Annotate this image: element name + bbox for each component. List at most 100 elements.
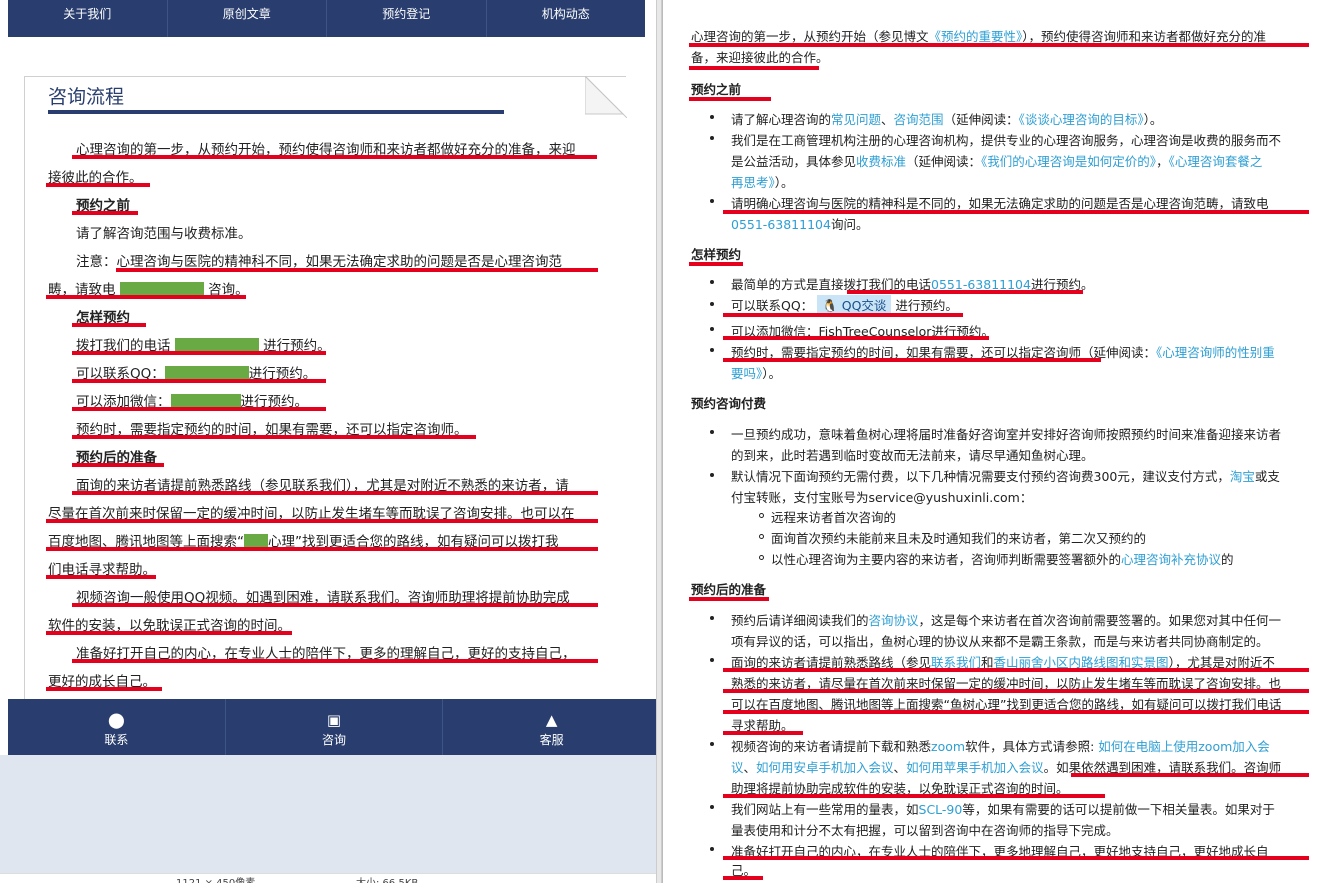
- red-underline: [46, 575, 156, 579]
- red-underline: [46, 183, 150, 187]
- red-underline: [723, 210, 1309, 214]
- redacted-phone-2: [174, 338, 259, 352]
- bullet-after-4: 我们网站上有一些常用的量表，如SCL-90等，如果有需要的话可以提前做一下相关量…: [731, 799, 1275, 818]
- link-package[interactable]: 《心理咨询套餐之: [1169, 154, 1263, 169]
- link-zoom-android[interactable]: 如何用安卓手机加入会议: [756, 760, 894, 775]
- red-underline: [72, 351, 326, 355]
- nav-item-news[interactable]: 机构动态: [487, 0, 646, 37]
- bullet: [710, 199, 714, 203]
- link-package-2[interactable]: 再思考》: [731, 175, 775, 190]
- link-scl90[interactable]: SCL-90: [919, 802, 963, 817]
- sub-item-3: 以性心理咨询为主要内容的来访者，咨询师判断需要签署额外的心理咨询补充协议的: [771, 549, 1234, 568]
- text: 软件，具体方式请参照:: [965, 739, 1099, 754]
- link-zoom[interactable]: zoom: [931, 739, 965, 754]
- text: 我们网站上有一些常用的量表，如: [731, 802, 919, 817]
- text: 、: [881, 112, 894, 127]
- line-3: 请了解咨询范围与收费标准。: [76, 226, 252, 242]
- text: （延伸阅读：: [943, 112, 1019, 127]
- red-underline: [723, 856, 1309, 860]
- bullet-before-3b: 0551-63811104询问。: [731, 214, 868, 233]
- heading-after: 预约后的准备: [691, 582, 767, 597]
- red-underline: [1071, 773, 1309, 777]
- bottom-nav-service[interactable]: ▲ 客服: [443, 699, 660, 755]
- text: ）。: [1143, 112, 1163, 127]
- bullet-after-3: 视频咨询的来访者请提前下载和熟悉zoom软件，具体方式请参照: 如何在电脑上使用…: [731, 736, 1270, 755]
- bullet-fee-2: 默认情况下面询预约无需付费，以下几种情况需要支付预约咨询费300元，建议支付方式…: [731, 466, 1280, 485]
- link-zoom-iphone[interactable]: 如何用苹果手机加入会议: [906, 760, 1044, 775]
- link-faq[interactable]: 常见问题: [831, 112, 881, 127]
- red-underline: [723, 876, 763, 880]
- link-agreement[interactable]: 咨询协议: [869, 613, 919, 628]
- red-underline: [723, 689, 1309, 693]
- bullet: [710, 327, 714, 331]
- bottom-nav-consult[interactable]: ▣ 咨询: [226, 699, 444, 755]
- red-underline: [723, 358, 1101, 362]
- text: 询问。: [830, 217, 869, 232]
- qq-chat-button[interactable]: 🐧 QQ交谈: [817, 295, 892, 314]
- link-phone[interactable]: 0551-63811104: [731, 217, 831, 232]
- link-zoom-pc[interactable]: 如何在电脑上使用zoom加入会: [1098, 739, 1270, 754]
- image-size-text: 1121 × 450像素: [176, 874, 255, 883]
- qq-icon: 🐧: [822, 298, 838, 313]
- bullet: [710, 115, 714, 119]
- red-underline: [723, 794, 1105, 798]
- link-supplement[interactable]: 心理咨询补充协议: [1121, 552, 1221, 567]
- right-panel: 心理咨询的第一步，从预约开始（参见博文《预约的重要性》），预约使得咨询师和来访者…: [662, 0, 1321, 883]
- link-goals[interactable]: 《谈谈心理咨询的目标》: [1019, 112, 1144, 127]
- redacted-wechat: [170, 394, 241, 408]
- bullet: [710, 136, 714, 140]
- red-underline: [689, 66, 819, 70]
- text: ）。: [762, 366, 782, 381]
- redacted-name: [244, 534, 268, 548]
- bullet-fee-1b: 的到来，此时若遇到临时变故而无法前来，请尽早通知鱼树心理。: [731, 448, 1094, 463]
- link-zoom-pc-2[interactable]: 议: [731, 760, 744, 775]
- bullet: [710, 302, 714, 306]
- text: 可以联系QQ：: [731, 298, 814, 313]
- text: ）。: [774, 175, 794, 190]
- bullet: [710, 616, 714, 620]
- text: （延伸阅读：: [906, 154, 982, 169]
- bullet: [710, 742, 714, 746]
- link-importance[interactable]: 《预约的重要性》: [929, 29, 1023, 44]
- service-icon: ▲: [545, 711, 558, 729]
- heading-how: 怎样预约: [691, 247, 742, 262]
- nav-item-articles[interactable]: 原创文章: [168, 0, 327, 37]
- nav-item-booking[interactable]: 预约登记: [327, 0, 487, 37]
- top-nav: 关于我们 原创文章 预约登记 机构动态: [8, 0, 645, 37]
- link-fees[interactable]: 收费标准: [856, 154, 906, 169]
- link-gender-2[interactable]: 要吗》: [731, 366, 762, 381]
- bottom-nav-contact[interactable]: ⬤ 联系: [8, 699, 226, 755]
- red-underline: [72, 155, 597, 159]
- status-bar: 1121 × 450像素 大小: 66.5KB: [0, 873, 660, 883]
- red-underline: [46, 519, 598, 523]
- red-underline: [116, 268, 598, 272]
- bullet-fee-1: 一旦预约成功，意味着鱼树心理将届时准备好咨询室并安排好咨询师按照预约时间来准备迎…: [731, 427, 1282, 442]
- bullet: [710, 348, 714, 352]
- red-underline: [72, 323, 146, 327]
- red-underline: [689, 262, 743, 266]
- text: 预约后请详细阅读我们的: [731, 613, 869, 628]
- bullet: [710, 473, 714, 477]
- left-panel: 关于我们 原创文章 预约登记 机构动态 咨询流程 心理咨询的第一步，从预约开始，…: [0, 0, 660, 883]
- link-taobao[interactable]: 淘宝: [1230, 469, 1255, 484]
- text: 或支: [1254, 469, 1280, 484]
- sub-item-2: 面询首次预约未能前来且未及时通知我们的来访者，第二次又预约的: [771, 531, 1147, 546]
- location-icon: ⬤: [107, 711, 125, 729]
- sub-item-1: 远程来访者首次咨询的: [771, 510, 897, 525]
- red-underline: [72, 463, 164, 467]
- text: 的: [1221, 552, 1234, 567]
- link-scope[interactable]: 咨询范围: [894, 112, 944, 127]
- red-underline: [689, 597, 769, 601]
- red-underline: [723, 731, 803, 735]
- text: 请了解心理咨询的: [731, 112, 832, 127]
- link-pricing[interactable]: 《我们的心理咨询是如何定价的》: [981, 154, 1156, 169]
- line-4: 注意：心理咨询与医院的精神科不同，如果无法确定求助的问题是否是心理咨询范: [76, 254, 562, 270]
- text: 等，如果有需要的话可以提前做一下相关量表。如果对于: [962, 802, 1275, 817]
- nav-item-about[interactable]: 关于我们: [8, 0, 168, 37]
- red-underline: [72, 491, 598, 495]
- red-underline: [689, 97, 771, 101]
- link-gender[interactable]: 《心理咨询师的性别重: [1156, 345, 1275, 360]
- sub-bullet: [759, 513, 764, 518]
- text: 、: [893, 760, 907, 775]
- page-fold-icon: [585, 76, 627, 118]
